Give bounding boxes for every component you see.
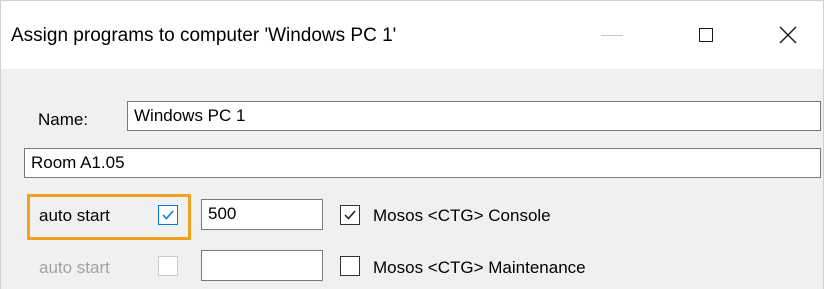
name-field[interactable]: Windows PC 1 <box>127 101 821 131</box>
close-icon <box>779 26 797 44</box>
checkmark-icon <box>344 210 356 220</box>
minimize-button[interactable] <box>567 1 657 69</box>
program-checkbox-maintenance[interactable] <box>340 256 360 276</box>
program-label-console[interactable]: Mosos <CTG> Console <box>373 206 551 226</box>
auto-start-label-console: auto start <box>39 206 110 225</box>
maximize-button[interactable] <box>661 1 751 69</box>
checkmark-icon <box>162 210 174 220</box>
name-label: Name: <box>38 110 89 129</box>
room-field[interactable]: Room A1.05 <box>24 148 821 178</box>
assign-programs-dialog: Assign programs to computer 'Windows PC … <box>0 0 824 289</box>
program-label-maintenance[interactable]: Mosos <CTG> Maintenance <box>373 258 586 278</box>
auto-start-label-maintenance: auto start <box>39 258 110 277</box>
title-bar[interactable]: Assign programs to computer 'Windows PC … <box>1 1 823 69</box>
auto-start-value-console[interactable]: 500 <box>201 199 323 230</box>
maximize-icon <box>699 28 713 42</box>
dialog-content: Name: Windows PC 1 Room A1.05 auto start… <box>1 69 823 289</box>
auto-start-value-maintenance[interactable] <box>201 250 323 281</box>
auto-start-checkbox-maintenance <box>158 256 178 276</box>
auto-start-checkbox-console[interactable] <box>158 205 178 225</box>
program-checkbox-console[interactable] <box>340 205 360 225</box>
window-title: Assign programs to computer 'Windows PC … <box>11 25 397 46</box>
minimize-icon <box>601 34 623 36</box>
close-button[interactable] <box>753 1 823 69</box>
